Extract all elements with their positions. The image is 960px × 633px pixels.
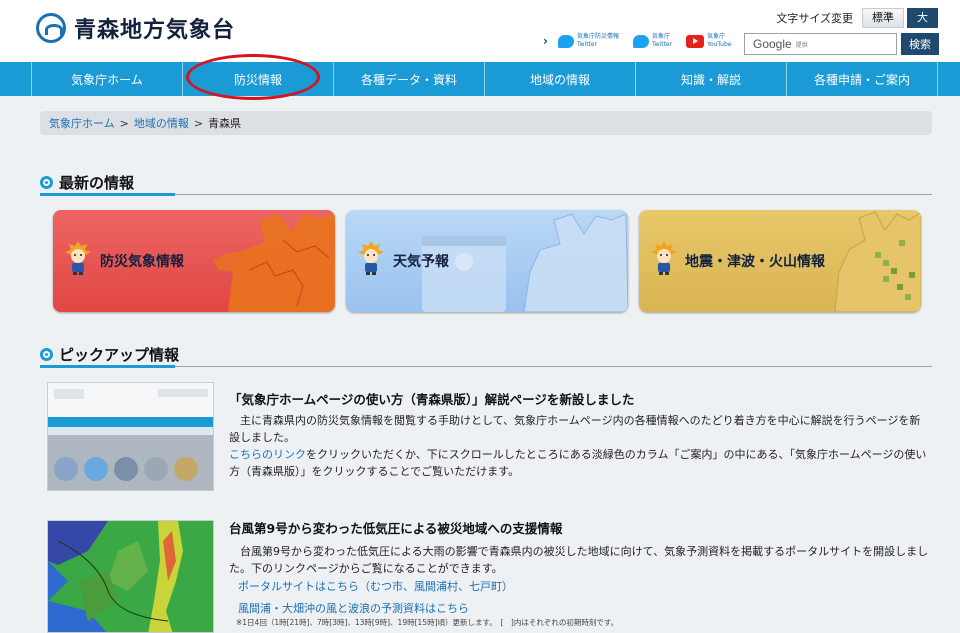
sns-link-jma-twitter[interactable]: 気象庁 Twitter xyxy=(632,33,673,49)
section-bullet-icon xyxy=(40,176,53,189)
card-tenki-yoho[interactable]: 天気予報 xyxy=(346,210,628,312)
pickup-title[interactable]: 台風第9号から変わった低気圧による被災地域への支援情報 xyxy=(229,518,562,537)
font-size-standard-button[interactable]: 標準 xyxy=(862,8,904,28)
section-latest-header: 最新の情報 xyxy=(40,171,932,196)
rain-forecast-map-icon xyxy=(48,521,213,632)
sns-label: 気象庁 xyxy=(707,33,726,40)
breadcrumb-separator: > xyxy=(193,116,204,130)
sns-label: Twitter xyxy=(576,41,598,48)
red-circle-annotation xyxy=(186,54,320,100)
pickup-title[interactable]: 「気象庁ホームページの使い方（青森県版）」解説ページを新設しました xyxy=(229,389,634,408)
nav-item-jma-home[interactable]: 気象庁ホーム xyxy=(31,62,182,96)
pickup-body: 主に青森県内の防災気象情報を閲覧する手助けとして、気象庁ホームページ内の各種情報… xyxy=(229,412,929,480)
pickup-body-text: 主に青森県内の防災気象情報を閲覧する手助けとして、気象庁ホームページ内の各種情報… xyxy=(229,414,921,444)
pickup-thumbnail-forecast-map[interactable] xyxy=(47,520,214,633)
breadcrumb-current: 青森県 xyxy=(208,117,242,130)
card-jishin-tsunami-kazan[interactable]: 地震・津波・火山情報 xyxy=(639,210,921,312)
sns-link-jma-youtube[interactable]: 気象庁 YouTube xyxy=(686,33,731,49)
site-title: 青森地方気象台 xyxy=(74,17,236,43)
card-bosai-kisho[interactable]: 防災気象情報 xyxy=(53,210,335,312)
nav-item-applications[interactable]: 各種申請・ご案内 xyxy=(786,62,938,96)
font-size-switcher: 文字サイズ変更 標準 大 xyxy=(776,8,938,28)
sns-label: 気象庁防災情報 xyxy=(576,33,619,40)
site-header: 青森地方気象台 文字サイズ変更 標準 大 › 気象庁防災情報 Twitter 気… xyxy=(0,0,960,62)
jma-logo-icon xyxy=(36,13,66,43)
breadcrumb-link-regional[interactable]: 地域の情報 xyxy=(134,115,189,131)
section-title: 最新の情報 xyxy=(59,174,135,192)
sns-label: 気象庁 xyxy=(651,33,670,40)
mascot-icon xyxy=(65,241,91,275)
wind-wave-forecast-link[interactable]: 風間浦・大畑沖の風と波浪の予測資料はこちら xyxy=(238,600,469,616)
twitter-icon xyxy=(632,34,649,48)
aomori-map-warning-icon xyxy=(213,214,335,312)
site-logo[interactable]: 青森地方気象台 xyxy=(36,12,235,44)
card-label: 天気予報 xyxy=(393,254,449,270)
font-size-large-button[interactable]: 大 xyxy=(907,8,938,28)
sns-label: YouTube xyxy=(707,41,732,48)
font-size-label: 文字サイズ変更 xyxy=(776,12,853,25)
breadcrumb-link-jma-home[interactable]: 気象庁ホーム xyxy=(49,115,115,131)
update-schedule-note: ※1日4回（1時[21時]、7時[3時]、13時[9時]、19時[15時]頃）更… xyxy=(236,618,619,627)
youtube-icon xyxy=(686,34,705,48)
nav-item-data[interactable]: 各種データ・資料 xyxy=(333,62,484,96)
google-brand: Google xyxy=(753,37,792,51)
search-provider-label: 提供 xyxy=(795,41,808,49)
section-bullet-icon xyxy=(40,348,53,361)
pickup-thumbnail-website[interactable] xyxy=(47,382,214,491)
portal-site-link[interactable]: ポータルサイトはこちら（むつ市、風間浦村、七戸町） xyxy=(238,578,513,594)
search-input[interactable]: Google 提供 xyxy=(744,33,897,55)
global-nav: 気象庁ホーム 防災情報 各種データ・資料 地域の情報 知識・解説 各種申請・ご案… xyxy=(0,62,960,96)
search-button[interactable]: 検索 xyxy=(901,33,939,55)
card-label: 防災気象情報 xyxy=(100,254,184,270)
aomori-map-forecast-icon xyxy=(422,213,628,312)
nav-item-knowledge[interactable]: 知識・解説 xyxy=(635,62,786,96)
nav-item-regional-info[interactable]: 地域の情報 xyxy=(484,62,635,96)
here-link[interactable]: こちらのリンク xyxy=(229,448,306,461)
breadcrumb-separator: > xyxy=(119,116,129,130)
breadcrumb: 気象庁ホーム > 地域の情報 > 青森県 xyxy=(40,111,932,135)
pickup-body-text: をクリックいただくか、下にスクロールしたところにある淡緑色のカラム「ご案内」の中… xyxy=(229,448,927,478)
sns-link-bosai-twitter[interactable]: 気象庁防災情報 Twitter xyxy=(557,33,619,49)
mascot-icon xyxy=(358,241,384,275)
mascot-icon xyxy=(651,241,677,275)
card-label: 地震・津波・火山情報 xyxy=(685,254,825,270)
section-title: ピックアップ情報 xyxy=(59,346,180,364)
pickup-body: 台風第9号から変わった低気圧による大雨の影響で青森県内の被災した地域に向けて、気… xyxy=(229,545,929,575)
section-pickup-header: ピックアップ情報 xyxy=(40,343,932,368)
sns-label: Twitter xyxy=(651,41,673,48)
sns-links: › 気象庁防災情報 Twitter 気象庁 Twitter 気象庁 YouTub… xyxy=(543,33,745,49)
twitter-icon xyxy=(557,34,574,48)
website-screenshot-icon xyxy=(48,383,213,490)
chevron-right-icon: › xyxy=(543,34,548,48)
